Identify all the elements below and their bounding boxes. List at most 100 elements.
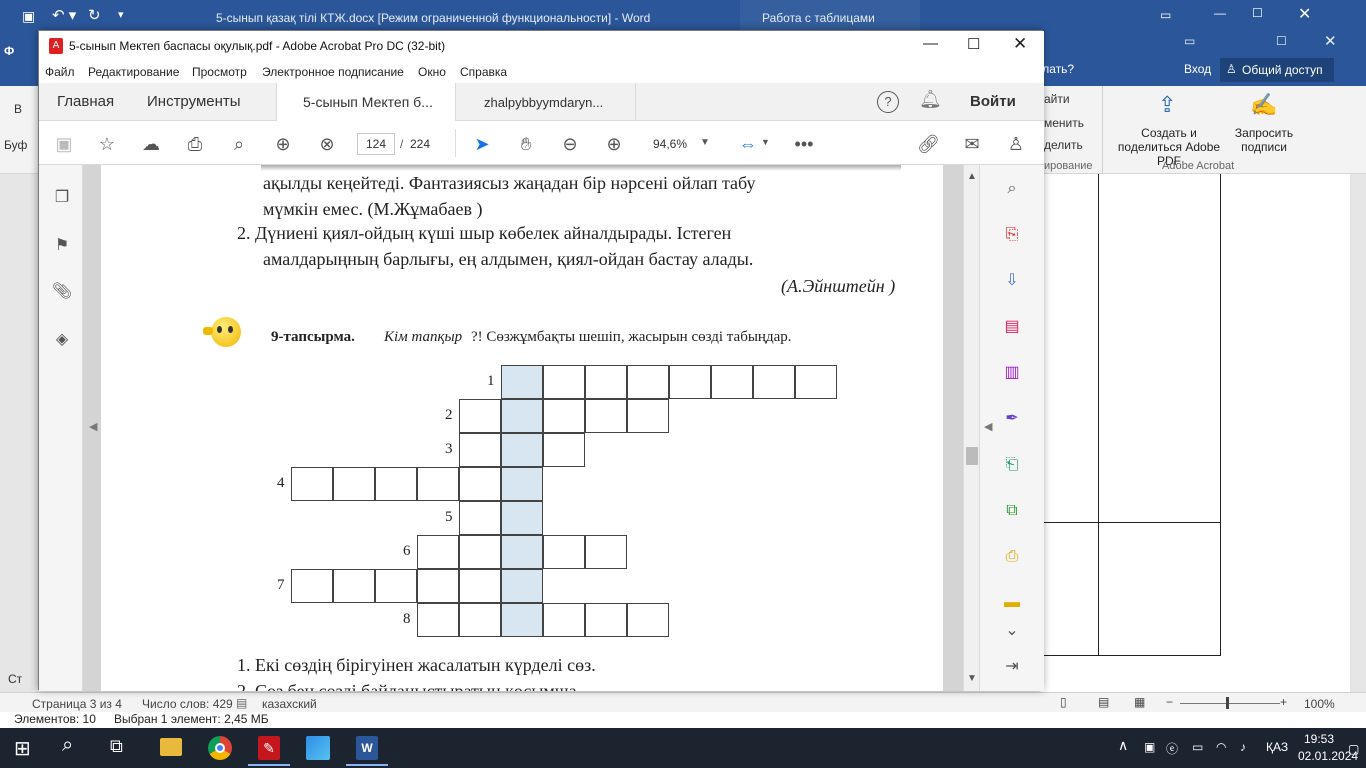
- tray-chevron-icon[interactable]: ∧: [1118, 737, 1128, 754]
- word-taskbar-icon[interactable]: W: [356, 736, 378, 760]
- send-for-review-icon[interactable]: ⎗: [1000, 453, 1024, 477]
- zoom-slider-thumb[interactable]: [1226, 697, 1229, 709]
- maximize-icon[interactable]: ☐: [1252, 6, 1263, 20]
- status-page[interactable]: Страница 3 из 4: [32, 697, 122, 711]
- vertical-scrollbar[interactable]: ▲ ▼: [963, 165, 979, 691]
- close2-icon[interactable]: ✕: [1324, 32, 1337, 50]
- zoom-out-icon[interactable]: −: [1166, 695, 1173, 709]
- input-language[interactable]: ҚАЗ: [1266, 740, 1288, 754]
- photos-icon[interactable]: [306, 736, 330, 760]
- tab-document-active[interactable]: 5-сынып Мектеп б...: [276, 83, 456, 121]
- collapse-left-icon[interactable]: ◀: [89, 420, 97, 433]
- menu-help[interactable]: Справка: [460, 65, 507, 79]
- notifications-bell-icon[interactable]: 🔔︎: [919, 89, 942, 110]
- file-explorer-icon[interactable]: [160, 738, 182, 756]
- menu-view[interactable]: Просмотр: [192, 65, 247, 79]
- proofing-icon[interactable]: ▤: [236, 696, 247, 710]
- menu-window[interactable]: Окно: [418, 65, 446, 79]
- maximize2-icon[interactable]: ☐: [1276, 34, 1287, 48]
- request-signatures-button[interactable]: ✍ Запросить подписи: [1232, 90, 1296, 158]
- ribbon-fragment-2[interactable]: менить: [1044, 116, 1084, 130]
- acrobat-maximize-icon[interactable]: ☐: [967, 35, 980, 53]
- scroll-up-icon[interactable]: ▲: [967, 171, 977, 182]
- scroll-thumb[interactable]: [966, 447, 978, 465]
- search-icon[interactable]: ⌕: [62, 734, 73, 757]
- acrobat-close-icon[interactable]: ✕: [1013, 34, 1027, 54]
- create-pdf-icon[interactable]: ⎘: [1000, 223, 1024, 247]
- create-share-pdf-button[interactable]: ⇪ Создать и поделиться Adobe PDF: [1108, 90, 1230, 168]
- search-icon[interactable]: ⌕: [228, 133, 250, 155]
- zoom-dropdown-icon[interactable]: ▼: [700, 137, 710, 148]
- ribbon-display-icon[interactable]: ▭: [1160, 8, 1171, 22]
- fit-page-icon[interactable]: ⇔: [737, 133, 759, 155]
- more-tools-down-icon[interactable]: ⌄: [1000, 619, 1024, 643]
- tray-app-icon[interactable]: ▣: [1144, 740, 1155, 754]
- menu-esign[interactable]: Электронное подписание: [262, 65, 404, 79]
- minimize-icon[interactable]: —: [1214, 6, 1226, 20]
- share-button[interactable]: ♙ Общий доступ: [1220, 58, 1334, 82]
- page-number-input[interactable]: 124: [357, 133, 395, 155]
- sign-in-button[interactable]: Войти: [970, 93, 1016, 110]
- fill-sign-icon[interactable]: ✒: [1000, 407, 1024, 431]
- tab-home[interactable]: Главная: [57, 83, 114, 121]
- zoom-level[interactable]: 94,6%: [653, 137, 687, 151]
- close-icon[interactable]: ✕: [1298, 4, 1311, 24]
- page-thumbnails-icon[interactable]: ❐: [51, 187, 73, 209]
- tab-document-2[interactable]: zhalpybbyymdaryn...: [456, 83, 636, 121]
- edit-pdf-icon[interactable]: ▥: [1000, 361, 1024, 385]
- read-mode-icon[interactable]: ▯: [1060, 695, 1067, 709]
- restore-icon[interactable]: ▭: [1184, 34, 1195, 48]
- zoom-slider[interactable]: [1180, 703, 1280, 704]
- zoom-in-icon[interactable]: ⊕: [603, 133, 625, 155]
- collapse-pane-icon[interactable]: ⇥: [1000, 655, 1024, 679]
- tray-edge-icon[interactable]: ⓔ: [1166, 740, 1178, 757]
- file-tab-fragment[interactable]: Ф: [4, 44, 14, 58]
- layers-icon[interactable]: ◈: [51, 329, 73, 351]
- tab-tools[interactable]: Инструменты: [147, 83, 241, 121]
- bookmarks-icon[interactable]: ⚑: [51, 235, 73, 257]
- qat-customize-icon[interactable]: ▾: [118, 8, 124, 21]
- email-icon[interactable]: ✉: [961, 133, 983, 155]
- tray-wifi-icon[interactable]: ◠: [1216, 740, 1226, 754]
- page-up-icon[interactable]: ⊕: [272, 133, 294, 155]
- attachments-icon[interactable]: 📎︎: [51, 281, 73, 303]
- page-down-icon[interactable]: ⊗: [316, 133, 338, 155]
- upload-cloud-icon[interactable]: ☁: [140, 133, 162, 155]
- fit-dropdown-icon[interactable]: ▼: [761, 137, 770, 147]
- bookmark-star-icon[interactable]: ☆: [96, 133, 118, 155]
- task-view-icon[interactable]: ⧉: [110, 736, 123, 757]
- clock-time[interactable]: 19:53: [1304, 732, 1334, 746]
- compare-files-icon[interactable]: ⧉: [1000, 499, 1024, 523]
- web-layout-icon[interactable]: ▦: [1134, 695, 1145, 709]
- ribbon-fragment-1[interactable]: айти: [1044, 92, 1070, 106]
- comment-icon[interactable]: ▬: [1000, 591, 1024, 615]
- sign-in-link[interactable]: Вход: [1184, 62, 1211, 76]
- link-icon[interactable]: 🔗︎: [917, 133, 940, 155]
- save-icon[interactable]: ▣: [22, 8, 35, 25]
- status-language[interactable]: казахский: [262, 697, 317, 711]
- print-layout-icon[interactable]: ▤: [1098, 695, 1109, 709]
- add-person-icon[interactable]: ♙: [1005, 133, 1027, 155]
- protect-icon[interactable]: ⎙: [1000, 545, 1024, 569]
- zoom-search-icon[interactable]: ⌕: [1000, 177, 1024, 201]
- zoom-in-icon[interactable]: +: [1280, 695, 1287, 709]
- ribbon-fragment-3[interactable]: делить: [1044, 138, 1083, 152]
- organize-pages-icon[interactable]: ▤: [1000, 315, 1024, 339]
- undo-icon[interactable]: ↶ ▾: [52, 6, 76, 24]
- acrobat-minimize-icon[interactable]: —: [923, 35, 938, 52]
- tray-network-icon[interactable]: ▭: [1192, 740, 1203, 754]
- scroll-down-icon[interactable]: ▼: [967, 673, 977, 684]
- more-tools-icon[interactable]: •••: [793, 133, 815, 155]
- windows-start-icon[interactable]: ⊞: [14, 736, 31, 761]
- print-icon[interactable]: ⎙: [184, 133, 206, 155]
- status-words[interactable]: Число слов: 429: [142, 697, 233, 711]
- acrobat-app-icon[interactable]: A: [49, 38, 63, 54]
- acrobat-taskbar-icon[interactable]: ✎: [258, 736, 280, 760]
- hand-icon[interactable]: ✋︎: [515, 133, 537, 155]
- select-cursor-icon[interactable]: ➤: [471, 133, 493, 155]
- export-pdf-icon[interactable]: ⇩: [1000, 269, 1024, 293]
- redo-icon[interactable]: ↻: [88, 6, 101, 24]
- menu-file[interactable]: Файл: [45, 65, 75, 79]
- menu-edit[interactable]: Редактирование: [88, 65, 179, 79]
- help-icon[interactable]: ?: [877, 91, 899, 113]
